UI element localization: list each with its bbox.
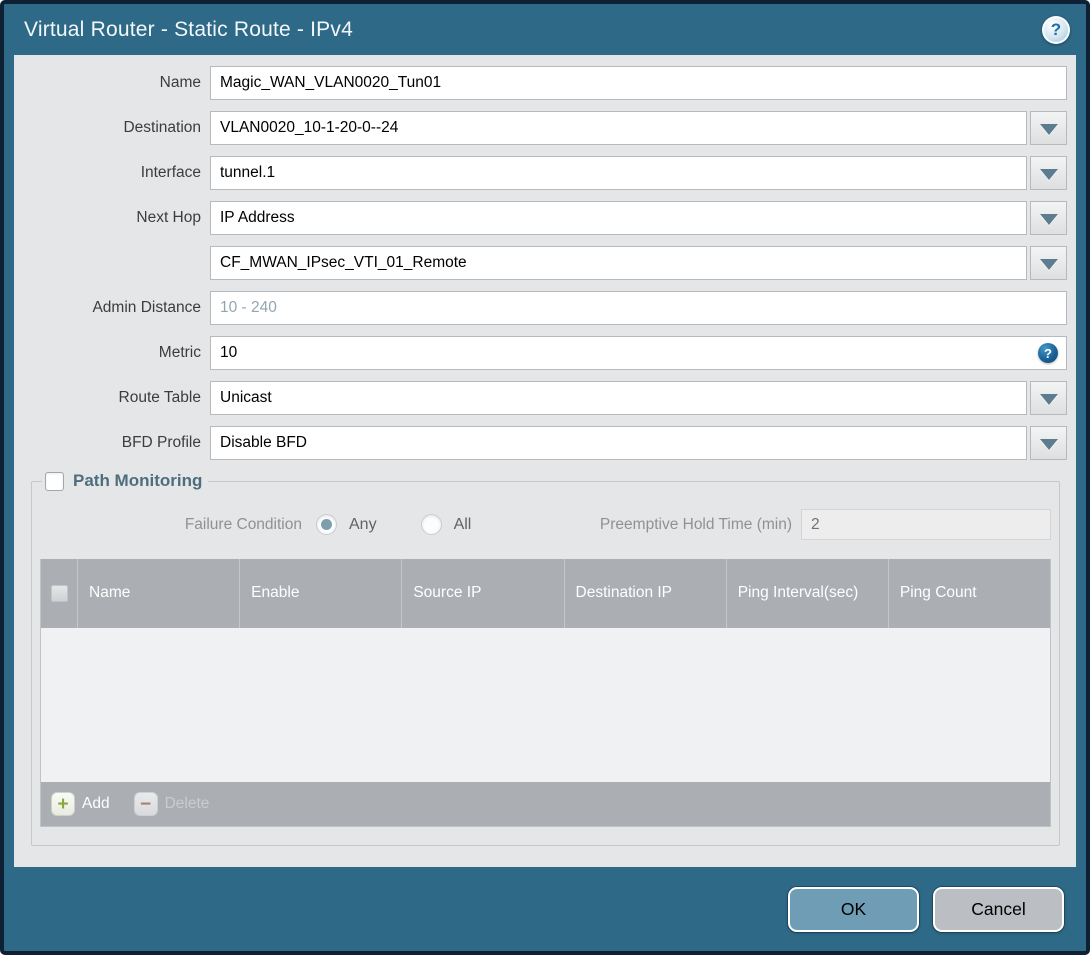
route-table-row: Route Table bbox=[14, 381, 1067, 415]
path-monitoring-section: Path Monitoring Failure Condition Any Al… bbox=[31, 471, 1060, 846]
cancel-button[interactable]: Cancel bbox=[933, 886, 1064, 932]
delete-button-label: Delete bbox=[164, 795, 210, 812]
bfd-profile-input[interactable] bbox=[210, 426, 1027, 460]
admin-distance-input[interactable] bbox=[210, 291, 1067, 325]
radio-any-selected-icon[interactable] bbox=[316, 514, 337, 535]
failure-condition-any-option[interactable]: Any bbox=[316, 514, 377, 535]
select-all-checkbox[interactable] bbox=[50, 585, 68, 602]
column-header-source-ip[interactable]: Source IP bbox=[401, 559, 563, 628]
next-hop-row: Next Hop bbox=[14, 201, 1067, 235]
failure-condition-radio-group: Any All bbox=[302, 514, 471, 535]
preemptive-hold-time-input[interactable] bbox=[801, 509, 1051, 540]
destination-dropdown-button[interactable] bbox=[1030, 111, 1067, 145]
path-monitoring-legend: Path Monitoring bbox=[42, 471, 208, 491]
column-header-destination-ip[interactable]: Destination IP bbox=[563, 559, 726, 628]
destination-row: Destination bbox=[14, 111, 1067, 145]
interface-dropdown-button[interactable] bbox=[1030, 156, 1067, 190]
dialog-title: Virtual Router - Static Route - IPv4 bbox=[24, 17, 353, 41]
metric-label: Metric bbox=[158, 344, 201, 361]
destination-label: Destination bbox=[123, 119, 201, 136]
failure-condition-row: Failure Condition Any All Preemptive Hol… bbox=[40, 509, 1051, 540]
dialog-button-bar: OK Cancel bbox=[4, 867, 1086, 951]
delete-button[interactable]: − Delete bbox=[133, 792, 210, 816]
chevron-down-icon bbox=[1039, 123, 1058, 135]
column-header-enable[interactable]: Enable bbox=[239, 559, 401, 628]
path-monitoring-title: Path Monitoring bbox=[73, 471, 203, 490]
next-hop-type-input[interactable] bbox=[210, 201, 1027, 235]
add-icon: + bbox=[51, 792, 75, 816]
ok-button[interactable]: OK bbox=[788, 886, 919, 932]
interface-row: Interface bbox=[14, 156, 1067, 190]
radio-all-icon[interactable] bbox=[420, 514, 442, 535]
admin-distance-label: Admin Distance bbox=[92, 299, 201, 316]
column-header-ping-interval[interactable]: Ping Interval(sec) bbox=[725, 559, 888, 628]
metric-input[interactable] bbox=[210, 336, 1067, 370]
metric-row: Metric ? bbox=[14, 336, 1067, 370]
table-body-empty bbox=[41, 628, 1050, 782]
table-header-row: Name Enable Source IP Destination IP Pin… bbox=[41, 559, 1050, 628]
path-monitoring-checkbox[interactable] bbox=[45, 471, 64, 491]
route-table-dropdown-button[interactable] bbox=[1030, 381, 1067, 415]
chevron-down-icon bbox=[1039, 393, 1058, 405]
chevron-down-icon bbox=[1039, 168, 1058, 180]
add-button-label: Add bbox=[82, 795, 110, 812]
next-hop-address-dropdown-button[interactable] bbox=[1030, 246, 1067, 280]
interface-label: Interface bbox=[140, 164, 201, 181]
next-hop-address-row bbox=[14, 246, 1067, 280]
admin-distance-row: Admin Distance bbox=[14, 291, 1067, 325]
preemptive-hold-time-label: Preemptive Hold Time (min) bbox=[599, 515, 792, 533]
radio-any-label: Any bbox=[349, 515, 377, 533]
failure-condition-all-option[interactable]: All bbox=[420, 514, 472, 535]
name-label: Name bbox=[159, 74, 201, 91]
table-toolbar: + Add − Delete bbox=[41, 782, 1050, 826]
name-row: Name bbox=[14, 66, 1067, 100]
bfd-profile-dropdown-button[interactable] bbox=[1030, 426, 1067, 460]
help-icon[interactable]: ? bbox=[1042, 15, 1070, 44]
table-header-checkbox-cell bbox=[41, 559, 77, 628]
route-table-input[interactable] bbox=[210, 381, 1027, 415]
interface-input[interactable] bbox=[210, 156, 1027, 190]
chevron-down-icon bbox=[1039, 258, 1058, 270]
column-header-name[interactable]: Name bbox=[77, 559, 239, 628]
path-monitoring-table: Name Enable Source IP Destination IP Pin… bbox=[40, 559, 1051, 827]
next-hop-address-input[interactable] bbox=[210, 246, 1027, 280]
dialog-titlebar: Virtual Router - Static Route - IPv4 ? bbox=[4, 4, 1086, 55]
delete-icon: − bbox=[133, 792, 158, 816]
destination-input[interactable] bbox=[210, 111, 1027, 145]
failure-condition-label: Failure Condition bbox=[184, 515, 302, 533]
route-table-label: Route Table bbox=[118, 389, 201, 406]
column-header-ping-count[interactable]: Ping Count bbox=[887, 559, 1050, 628]
dialog-content: Name Destination Interface Next Hop bbox=[14, 55, 1076, 867]
metric-help-icon[interactable]: ? bbox=[1038, 343, 1058, 363]
bfd-profile-row: BFD Profile bbox=[14, 426, 1067, 460]
bfd-profile-label: BFD Profile bbox=[121, 434, 201, 451]
name-input[interactable] bbox=[210, 66, 1067, 100]
chevron-down-icon bbox=[1039, 213, 1058, 225]
next-hop-label: Next Hop bbox=[136, 209, 201, 226]
radio-all-label: All bbox=[453, 515, 472, 533]
chevron-down-icon bbox=[1039, 438, 1058, 450]
next-hop-type-dropdown-button[interactable] bbox=[1030, 201, 1067, 235]
static-route-dialog: Virtual Router - Static Route - IPv4 ? N… bbox=[0, 0, 1090, 955]
add-button[interactable]: + Add bbox=[51, 792, 110, 816]
